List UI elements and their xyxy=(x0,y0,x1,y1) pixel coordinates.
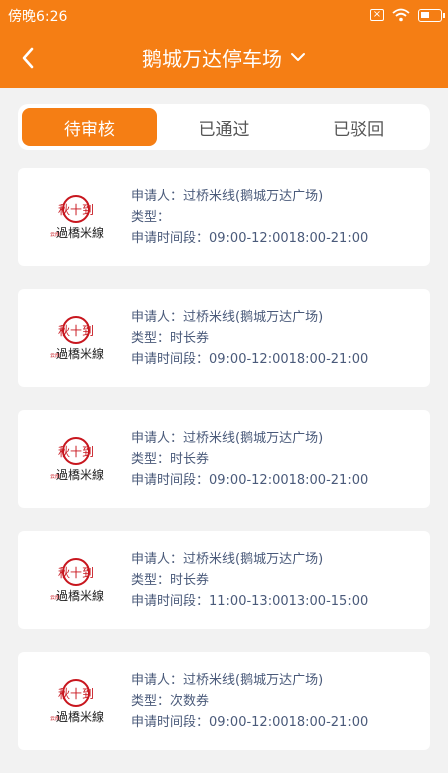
merchant-logo: 秋十到 云南 過橋米線 xyxy=(50,437,104,482)
time-period: 申请时间段：09:00-12:0018:00-21:00 xyxy=(131,473,369,488)
time-period: 申请时间段：11:00-13:0013:00-15:00 xyxy=(131,594,369,609)
chevron-down-icon xyxy=(291,53,305,61)
list-item[interactable]: 秋十到 云南 過橋米線 申请人：过桥米线(鹅城万达广场) 类型： 申请时间段：0… xyxy=(18,168,430,266)
applicant: 申请人：过桥米线(鹅城万达广场) xyxy=(131,310,324,325)
merchant-logo: 秋十到 云南 過橋米線 xyxy=(50,195,104,240)
list-item[interactable]: 秋十到 云南 過橋米線 申请人：过桥米线(鹅城万达广场) 类型：时长券 申请时间… xyxy=(18,289,430,387)
coupon-type: 类型：时长券 xyxy=(131,573,210,588)
merchant-logo: 秋十到 云南 過橋米線 xyxy=(50,316,104,361)
applicant: 申请人：过桥米线(鹅城万达广场) xyxy=(131,673,324,688)
svg-text:過橋米線: 過橋米線 xyxy=(56,467,104,482)
page-title: 鹅城万达停车场 xyxy=(142,46,282,71)
status-icons: × xyxy=(370,6,445,24)
nav-bar: 鹅城万达停车场 xyxy=(0,30,448,86)
svg-text:過橋米線: 過橋米線 xyxy=(56,225,104,240)
merchant-logo: 秋十到 云南 過橋米線 xyxy=(50,558,104,603)
applicant: 申请人：过桥米线(鹅城万达广场) xyxy=(131,431,324,446)
list-item[interactable]: 秋十到 云南 過橋米線 申请人：过桥米线(鹅城万达广场) 类型：时长券 申请时间… xyxy=(18,531,430,629)
coupon-type: 类型：次数券 xyxy=(131,694,210,709)
time-period: 申请时间段：09:00-12:0018:00-21:00 xyxy=(131,715,369,730)
svg-text:秋十到: 秋十到 xyxy=(58,566,94,580)
applicant: 申请人：过桥米线(鹅城万达广场) xyxy=(131,189,324,204)
svg-text:秋十到: 秋十到 xyxy=(58,687,94,701)
applicant: 申请人：过桥米线(鹅城万达广场) xyxy=(131,552,324,567)
tab-approved[interactable]: 已通过 xyxy=(157,108,292,146)
battery-icon xyxy=(418,8,445,22)
request-list: 秋十到 云南 過橋米線 申请人：过桥米线(鹅城万达广场) 类型： 申请时间段：0… xyxy=(18,168,430,773)
coupon-type: 类型： xyxy=(131,210,171,225)
merchant-logo: 秋十到 云南 過橋米線 xyxy=(50,679,104,724)
status-time: 傍晚6:26 xyxy=(8,9,68,25)
wifi-icon xyxy=(392,8,410,22)
status-tabs: 待审核 已通过 已驳回 xyxy=(18,104,430,150)
svg-text:秋十到: 秋十到 xyxy=(58,445,94,459)
time-period: 申请时间段：09:00-12:0018:00-21:00 xyxy=(131,352,369,367)
svg-text:過橋米線: 過橋米線 xyxy=(56,588,104,603)
svg-text:秋十到: 秋十到 xyxy=(58,203,94,217)
notification-off-icon: × xyxy=(370,9,384,21)
main-content: 待审核 已通过 已驳回 秋十到 云南 過橋米線 申请人：过桥米线(鹅城万达广场)… xyxy=(0,88,448,750)
time-period: 申请时间段：09:00-12:0018:00-21:00 xyxy=(131,231,369,246)
svg-text:秋十到: 秋十到 xyxy=(58,324,94,338)
tab-rejected[interactable]: 已驳回 xyxy=(291,108,426,146)
svg-text:過橋米線: 過橋米線 xyxy=(56,709,104,724)
coupon-type: 类型：时长券 xyxy=(131,331,210,346)
parking-lot-selector[interactable]: 鹅城万达停车场 xyxy=(0,42,448,72)
coupon-type: 类型：时长券 xyxy=(131,452,210,467)
svg-text:過橋米線: 過橋米線 xyxy=(56,346,104,361)
tab-pending[interactable]: 待审核 xyxy=(22,108,157,146)
status-bar: 傍晚6:26 × xyxy=(0,0,448,30)
list-item[interactable]: 秋十到 云南 過橋米線 申请人：过桥米线(鹅城万达广场) 类型：时长券 申请时间… xyxy=(18,410,430,508)
list-item[interactable]: 秋十到 云南 過橋米線 申请人：过桥米线(鹅城万达广场) 类型：次数券 申请时间… xyxy=(18,652,430,750)
app-header: 傍晚6:26 × 鹅城万达停车场 xyxy=(0,0,448,88)
